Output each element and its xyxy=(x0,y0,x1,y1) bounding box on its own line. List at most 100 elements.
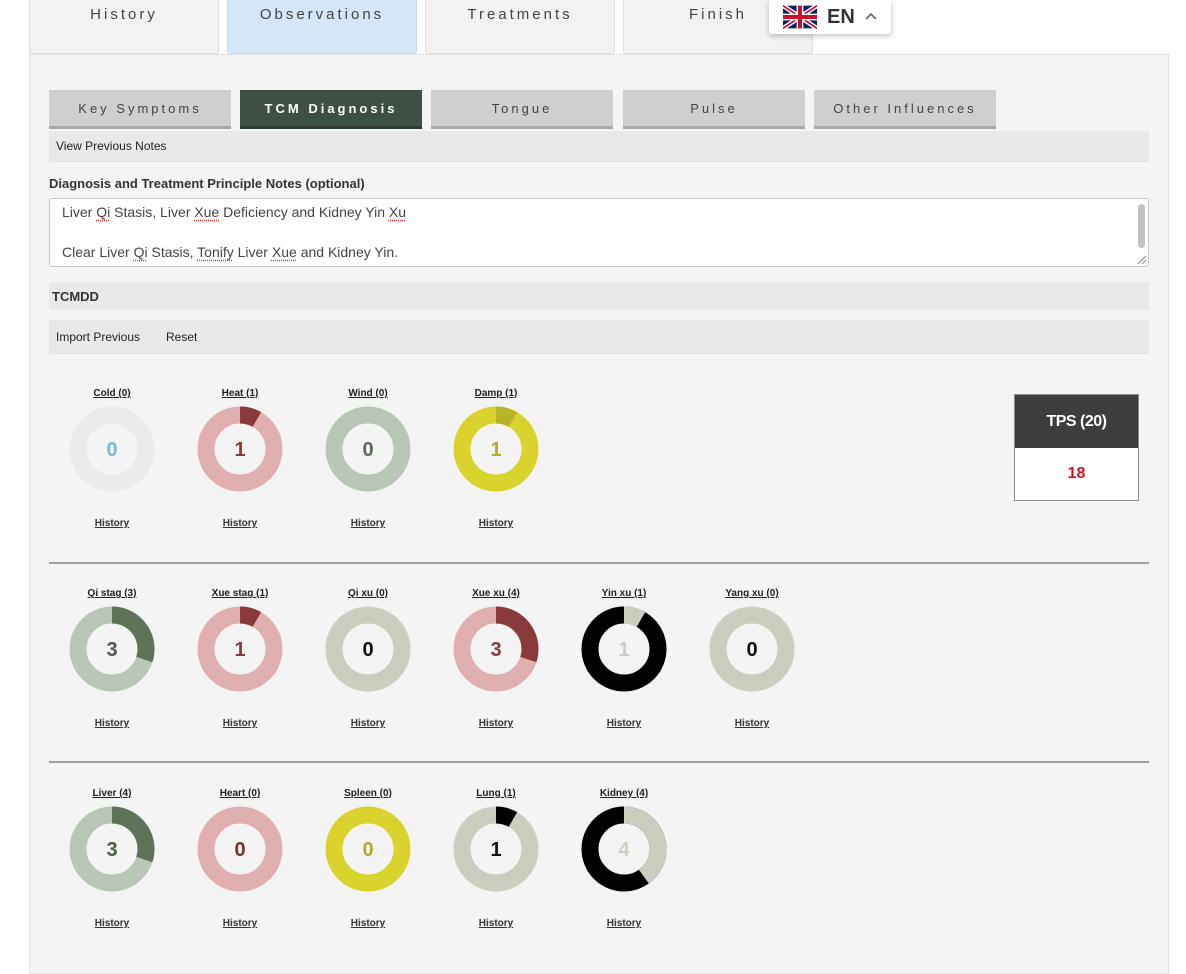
subtab-tcm-diagnosis-label: TCM Diagnosis xyxy=(264,100,398,116)
reset-link[interactable]: Reset xyxy=(166,330,197,344)
donut-history-link[interactable]: History xyxy=(446,518,546,529)
donut-history-link[interactable]: History xyxy=(62,718,162,729)
donut-value: 0 xyxy=(234,839,245,861)
donut-value: 3 xyxy=(106,839,117,861)
uk-flag-icon xyxy=(783,5,817,29)
donut-history-link[interactable]: History xyxy=(190,918,290,929)
donut-value: 1 xyxy=(618,639,629,661)
resize-grip-icon[interactable] xyxy=(1136,254,1147,265)
donut-title-link[interactable]: Spleen (0) xyxy=(318,788,418,799)
donut-chart: 1 xyxy=(197,406,283,492)
donut-chart: 3 xyxy=(453,606,539,692)
donut-history-link[interactable]: History xyxy=(190,518,290,529)
donut-history-link[interactable]: History xyxy=(446,718,546,729)
donut-title-link[interactable]: Cold (0) xyxy=(62,388,162,399)
row-divider-2 xyxy=(49,761,1149,763)
donut-chart: 3 xyxy=(69,606,155,692)
tab-treatments-label: Treatments xyxy=(467,6,573,23)
tps-label: TPS (20) xyxy=(1015,395,1138,448)
donut-chart: 1 xyxy=(581,606,667,692)
notes-scrollbar[interactable] xyxy=(1138,204,1145,248)
donut-widget: Yang xu (0) 0 History xyxy=(702,588,802,738)
donut-chart: 0 xyxy=(69,406,155,492)
tab-treatments[interactable]: Treatments xyxy=(425,0,615,54)
donut-title-link[interactable]: Lung (1) xyxy=(446,788,546,799)
donut-title-link[interactable]: Heat (1) xyxy=(190,388,290,399)
notes-textarea[interactable]: Liver Qi Stasis, Liver Xue Deficiency an… xyxy=(49,198,1149,267)
tab-observations-label: Observations xyxy=(259,6,385,23)
donut-title-link[interactable]: Heart (0) xyxy=(190,788,290,799)
donut-value: 1 xyxy=(490,839,501,861)
donut-widget: Qi xu (0) 0 History xyxy=(318,588,418,738)
donut-history-link[interactable]: History xyxy=(702,718,802,729)
spellcheck-word: Xue xyxy=(194,204,220,220)
donut-title-link[interactable]: Xue stag (1) xyxy=(190,588,290,599)
donut-title-link[interactable]: Liver (4) xyxy=(62,788,162,799)
donut-history-link[interactable]: History xyxy=(446,918,546,929)
import-previous-link[interactable]: Import Previous xyxy=(56,330,140,344)
tab-observations[interactable]: Observations xyxy=(227,0,417,54)
tps-value: 18 xyxy=(1067,465,1086,482)
donut-chart: 0 xyxy=(709,606,795,692)
tab-history[interactable]: History xyxy=(29,0,219,54)
tps-box: TPS (20) 18 xyxy=(1014,394,1139,501)
donut-title-link[interactable]: Kidney (4) xyxy=(574,788,674,799)
donut-value: 3 xyxy=(106,639,117,661)
notes-line-blank xyxy=(62,222,1136,242)
donut-value: 0 xyxy=(362,639,373,661)
row-divider-1 xyxy=(49,562,1149,564)
donut-chart: 1 xyxy=(453,406,539,492)
donut-history-link[interactable]: History xyxy=(62,518,162,529)
donut-value: 1 xyxy=(234,439,245,461)
donut-chart: 1 xyxy=(453,806,539,892)
donut-title-link[interactable]: Yin xu (1) xyxy=(574,588,674,599)
donut-history-link[interactable]: History xyxy=(318,918,418,929)
subtab-tongue[interactable]: Tongue xyxy=(431,90,613,129)
donut-chart: 0 xyxy=(325,406,411,492)
donut-value: 0 xyxy=(746,639,757,661)
donut-widget: Xue xu (4) 3 History xyxy=(446,588,546,738)
subtab-tongue-label: Tongue xyxy=(491,100,553,116)
subtab-pulse[interactable]: Pulse xyxy=(623,90,805,129)
donut-chart: 3 xyxy=(69,806,155,892)
donut-widget: Heat (1) 1 History xyxy=(190,388,290,538)
donut-title-link[interactable]: Damp (1) xyxy=(446,388,546,399)
donut-widget: Cold (0) 0 History xyxy=(62,388,162,538)
spellcheck-word: Qi xyxy=(133,244,148,260)
donut-history-link[interactable]: History xyxy=(62,918,162,929)
tab-finish-label: Finish xyxy=(688,6,747,23)
tcmdd-actions-bar: Import Previous Reset xyxy=(49,320,1149,354)
donut-value: 0 xyxy=(106,439,117,461)
subtab-pulse-label: Pulse xyxy=(690,100,738,116)
tab-history-label: History xyxy=(90,6,158,23)
subtab-tcm-diagnosis[interactable]: TCM Diagnosis xyxy=(240,90,422,129)
donut-history-link[interactable]: History xyxy=(318,518,418,529)
notes-line-2: Clear Liver Qi Stasis, Tonify Liver Xue … xyxy=(62,244,398,260)
donut-widget: Yin xu (1) 1 History xyxy=(574,588,674,738)
donut-history-link[interactable]: History xyxy=(574,918,674,929)
donut-title-link[interactable]: Wind (0) xyxy=(318,388,418,399)
view-previous-notes-link[interactable]: View Previous Notes xyxy=(56,139,167,153)
subtab-other-influences[interactable]: Other Influences xyxy=(814,90,996,129)
donut-title-link[interactable]: Yang xu (0) xyxy=(702,588,802,599)
donut-title-link[interactable]: Xue xu (4) xyxy=(446,588,546,599)
spellcheck-word: Tonify xyxy=(197,244,234,260)
donut-title-link[interactable]: Qi xu (0) xyxy=(318,588,418,599)
language-code: EN xyxy=(827,5,855,28)
donut-chart: 4 xyxy=(581,806,667,892)
donut-widget: Xue stag (1) 1 History xyxy=(190,588,290,738)
donut-history-link[interactable]: History xyxy=(190,718,290,729)
tcmdd-title: TCMDD xyxy=(49,282,1149,310)
view-previous-notes-bar: View Previous Notes xyxy=(49,131,1149,162)
donut-value: 0 xyxy=(362,839,373,861)
donut-history-link[interactable]: History xyxy=(318,718,418,729)
notes-label: Diagnosis and Treatment Principle Notes … xyxy=(49,176,365,191)
language-selector[interactable]: EN xyxy=(769,0,891,34)
donut-chart: 0 xyxy=(325,606,411,692)
spellcheck-word: Xu xyxy=(388,204,407,220)
donut-chart: 1 xyxy=(197,606,283,692)
subtab-key-symptoms[interactable]: Key Symptoms xyxy=(49,90,231,129)
donut-chart: 0 xyxy=(197,806,283,892)
donut-title-link[interactable]: Qi stag (3) xyxy=(62,588,162,599)
donut-history-link[interactable]: History xyxy=(574,718,674,729)
